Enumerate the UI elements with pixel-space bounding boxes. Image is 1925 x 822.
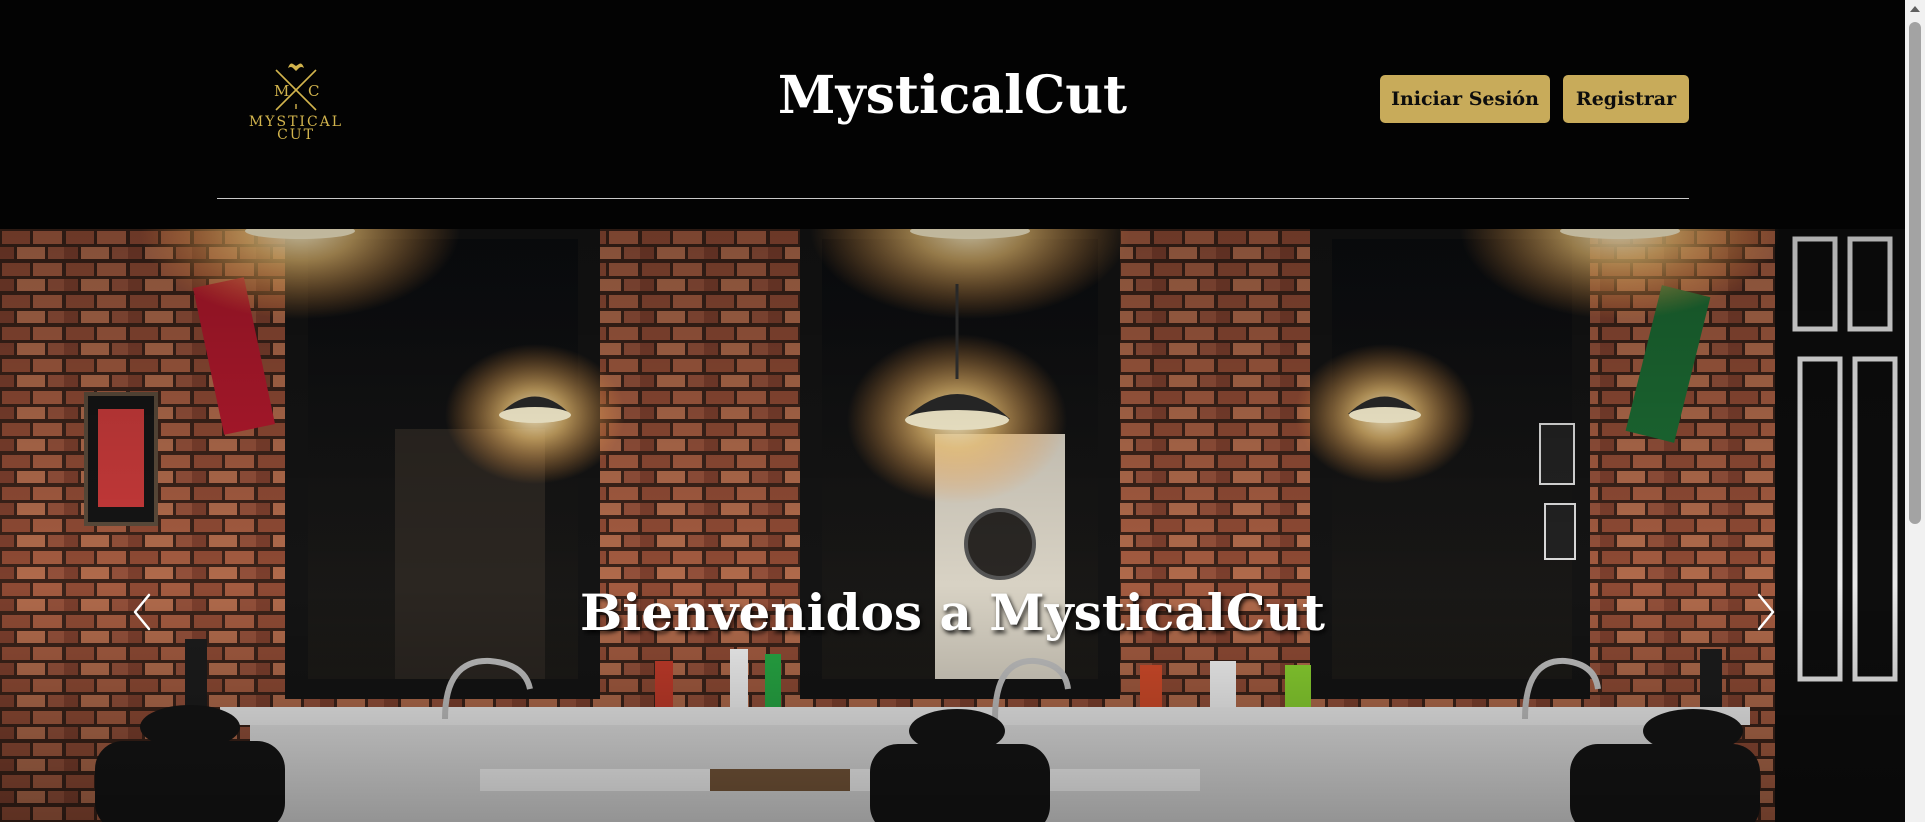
hero-carousel: Bienvenidos a MysticalCut — [0, 229, 1905, 822]
site-header: M C MYSTICAL CUT MysticalCut Iniciar Ses… — [0, 0, 1905, 229]
barbershop-interior-image — [0, 229, 1905, 822]
login-button[interactable]: Iniciar Sesión — [1380, 75, 1550, 123]
hero-title: Bienvenidos a MysticalCut — [579, 583, 1326, 642]
scrollbar-thumb[interactable] — [1909, 22, 1921, 524]
triangle-up-icon[interactable] — [1905, 0, 1925, 18]
brand-logo[interactable]: M C MYSTICAL CUT — [246, 60, 346, 144]
chevron-right-icon — [1757, 593, 1775, 631]
header-divider — [217, 198, 1689, 199]
logo-text-line2: CUT — [277, 127, 315, 143]
crossed-razors-bull-icon: M C — [274, 63, 319, 111]
carousel-next-button[interactable] — [1745, 587, 1785, 637]
chevron-left-icon — [133, 593, 151, 631]
logo-monogram-m: M — [274, 82, 289, 100]
carousel-prev-button[interactable] — [123, 587, 163, 637]
logo-monogram-c: C — [308, 82, 319, 100]
vertical-scrollbar[interactable] — [1905, 0, 1925, 822]
register-button[interactable]: Registrar — [1563, 75, 1689, 123]
site-title: MysticalCut — [777, 65, 1128, 126]
